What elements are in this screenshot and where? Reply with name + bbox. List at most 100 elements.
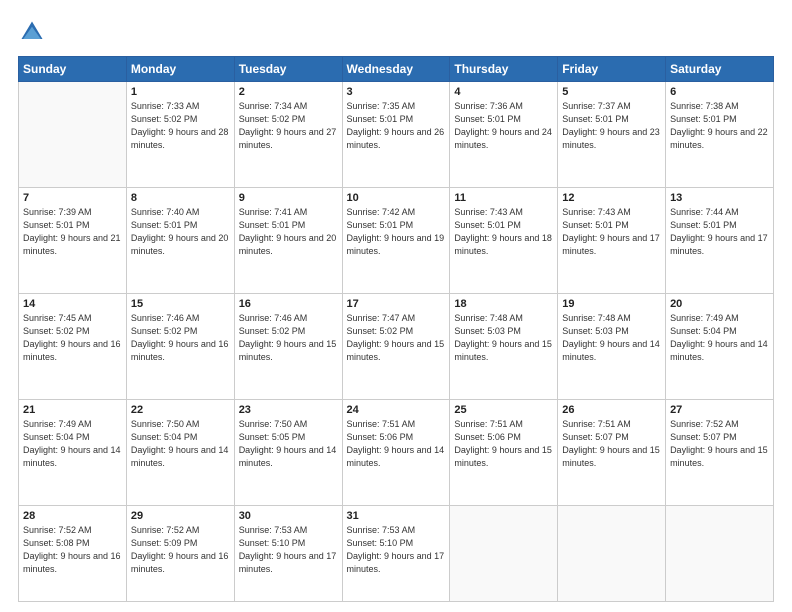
calendar-row-1: 7 Sunrise: 7:39 AMSunset: 5:01 PMDaylight… — [19, 188, 774, 294]
calendar-table: SundayMondayTuesdayWednesdayThursdayFrid… — [18, 56, 774, 602]
day-number: 12 — [562, 192, 661, 204]
cell-info: Sunrise: 7:38 AMSunset: 5:01 PMDaylight:… — [670, 100, 769, 152]
calendar-cell — [666, 506, 774, 602]
logo — [18, 18, 50, 46]
calendar-cell — [19, 82, 127, 188]
day-number: 24 — [347, 404, 446, 416]
calendar-cell: 12 Sunrise: 7:43 AMSunset: 5:01 PMDayligh… — [558, 188, 666, 294]
calendar-cell: 22 Sunrise: 7:50 AMSunset: 5:04 PMDayligh… — [126, 400, 234, 506]
cell-info: Sunrise: 7:53 AMSunset: 5:10 PMDaylight:… — [347, 524, 446, 576]
cell-info: Sunrise: 7:51 AMSunset: 5:07 PMDaylight:… — [562, 418, 661, 470]
cell-info: Sunrise: 7:35 AMSunset: 5:01 PMDaylight:… — [347, 100, 446, 152]
calendar-cell: 20 Sunrise: 7:49 AMSunset: 5:04 PMDayligh… — [666, 294, 774, 400]
cell-info: Sunrise: 7:50 AMSunset: 5:05 PMDaylight:… — [239, 418, 338, 470]
cell-info: Sunrise: 7:33 AMSunset: 5:02 PMDaylight:… — [131, 100, 230, 152]
cell-info: Sunrise: 7:51 AMSunset: 5:06 PMDaylight:… — [347, 418, 446, 470]
calendar-row-3: 21 Sunrise: 7:49 AMSunset: 5:04 PMDayligh… — [19, 400, 774, 506]
calendar-cell: 7 Sunrise: 7:39 AMSunset: 5:01 PMDaylight… — [19, 188, 127, 294]
day-number: 5 — [562, 86, 661, 98]
day-number: 30 — [239, 510, 338, 522]
header — [18, 18, 774, 46]
page: SundayMondayTuesdayWednesdayThursdayFrid… — [0, 0, 792, 612]
calendar-cell: 3Sunrise: 7:35 AMSunset: 5:01 PMDaylight… — [342, 82, 450, 188]
weekday-header-monday: Monday — [126, 57, 234, 82]
cell-info: Sunrise: 7:36 AMSunset: 5:01 PMDaylight:… — [454, 100, 553, 152]
cell-info: Sunrise: 7:50 AMSunset: 5:04 PMDaylight:… — [131, 418, 230, 470]
day-number: 19 — [562, 298, 661, 310]
calendar-cell: 16 Sunrise: 7:46 AMSunset: 5:02 PMDayligh… — [234, 294, 342, 400]
calendar-cell: 6 Sunrise: 7:38 AMSunset: 5:01 PMDaylight… — [666, 82, 774, 188]
day-number: 11 — [454, 192, 553, 204]
cell-info: Sunrise: 7:41 AMSunset: 5:01 PMDaylight:… — [239, 206, 338, 258]
day-number: 17 — [347, 298, 446, 310]
day-number: 26 — [562, 404, 661, 416]
calendar-cell: 28 Sunrise: 7:52 AMSunset: 5:08 PMDayligh… — [19, 506, 127, 602]
day-number: 28 — [23, 510, 122, 522]
calendar-cell: 31Sunrise: 7:53 AMSunset: 5:10 PMDayligh… — [342, 506, 450, 602]
cell-info: Sunrise: 7:49 AMSunset: 5:04 PMDaylight:… — [23, 418, 122, 470]
day-number: 6 — [670, 86, 769, 98]
calendar-cell: 5 Sunrise: 7:37 AMSunset: 5:01 PMDaylight… — [558, 82, 666, 188]
calendar-cell — [450, 506, 558, 602]
day-number: 29 — [131, 510, 230, 522]
calendar-cell: 25 Sunrise: 7:51 AMSunset: 5:06 PMDayligh… — [450, 400, 558, 506]
day-number: 25 — [454, 404, 553, 416]
calendar-cell: 10 Sunrise: 7:42 AMSunset: 5:01 PMDayligh… — [342, 188, 450, 294]
weekday-header-thursday: Thursday — [450, 57, 558, 82]
day-number: 15 — [131, 298, 230, 310]
day-number: 2 — [239, 86, 338, 98]
day-number: 14 — [23, 298, 122, 310]
cell-info: Sunrise: 7:53 AMSunset: 5:10 PMDaylight:… — [239, 524, 338, 576]
day-number: 21 — [23, 404, 122, 416]
calendar-cell: 19 Sunrise: 7:48 AMSunset: 5:03 PMDayligh… — [558, 294, 666, 400]
cell-info: Sunrise: 7:52 AMSunset: 5:07 PMDaylight:… — [670, 418, 769, 470]
logo-icon — [18, 18, 46, 46]
day-number: 4 — [454, 86, 553, 98]
calendar-row-2: 14Sunrise: 7:45 AMSunset: 5:02 PMDayligh… — [19, 294, 774, 400]
cell-info: Sunrise: 7:46 AMSunset: 5:02 PMDaylight:… — [131, 312, 230, 364]
day-number: 7 — [23, 192, 122, 204]
cell-info: Sunrise: 7:39 AMSunset: 5:01 PMDaylight:… — [23, 206, 122, 258]
day-number: 10 — [347, 192, 446, 204]
calendar-cell: 2 Sunrise: 7:34 AMSunset: 5:02 PMDaylight… — [234, 82, 342, 188]
cell-info: Sunrise: 7:44 AMSunset: 5:01 PMDaylight:… — [670, 206, 769, 258]
calendar-cell: 8Sunrise: 7:40 AMSunset: 5:01 PMDaylight… — [126, 188, 234, 294]
calendar-cell: 15 Sunrise: 7:46 AMSunset: 5:02 PMDayligh… — [126, 294, 234, 400]
calendar-cell: 24 Sunrise: 7:51 AMSunset: 5:06 PMDayligh… — [342, 400, 450, 506]
cell-info: Sunrise: 7:52 AMSunset: 5:09 PMDaylight:… — [131, 524, 230, 576]
cell-info: Sunrise: 7:49 AMSunset: 5:04 PMDaylight:… — [670, 312, 769, 364]
calendar-cell: 13 Sunrise: 7:44 AMSunset: 5:01 PMDayligh… — [666, 188, 774, 294]
calendar-row-4: 28 Sunrise: 7:52 AMSunset: 5:08 PMDayligh… — [19, 506, 774, 602]
calendar-cell: 4 Sunrise: 7:36 AMSunset: 5:01 PMDaylight… — [450, 82, 558, 188]
weekday-header-saturday: Saturday — [666, 57, 774, 82]
cell-info: Sunrise: 7:47 AMSunset: 5:02 PMDaylight:… — [347, 312, 446, 364]
cell-info: Sunrise: 7:46 AMSunset: 5:02 PMDaylight:… — [239, 312, 338, 364]
day-number: 16 — [239, 298, 338, 310]
calendar-cell — [558, 506, 666, 602]
day-number: 20 — [670, 298, 769, 310]
calendar-cell: 1Sunrise: 7:33 AMSunset: 5:02 PMDaylight… — [126, 82, 234, 188]
cell-info: Sunrise: 7:43 AMSunset: 5:01 PMDaylight:… — [454, 206, 553, 258]
calendar-cell: 27Sunrise: 7:52 AMSunset: 5:07 PMDayligh… — [666, 400, 774, 506]
cell-info: Sunrise: 7:37 AMSunset: 5:01 PMDaylight:… — [562, 100, 661, 152]
calendar-cell: 26 Sunrise: 7:51 AMSunset: 5:07 PMDayligh… — [558, 400, 666, 506]
cell-info: Sunrise: 7:51 AMSunset: 5:06 PMDaylight:… — [454, 418, 553, 470]
weekday-header-friday: Friday — [558, 57, 666, 82]
cell-info: Sunrise: 7:43 AMSunset: 5:01 PMDaylight:… — [562, 206, 661, 258]
calendar-cell: 17 Sunrise: 7:47 AMSunset: 5:02 PMDayligh… — [342, 294, 450, 400]
cell-info: Sunrise: 7:42 AMSunset: 5:01 PMDaylight:… — [347, 206, 446, 258]
cell-info: Sunrise: 7:52 AMSunset: 5:08 PMDaylight:… — [23, 524, 122, 576]
day-number: 23 — [239, 404, 338, 416]
calendar-cell: 14Sunrise: 7:45 AMSunset: 5:02 PMDayligh… — [19, 294, 127, 400]
cell-info: Sunrise: 7:40 AMSunset: 5:01 PMDaylight:… — [131, 206, 230, 258]
cell-info: Sunrise: 7:34 AMSunset: 5:02 PMDaylight:… — [239, 100, 338, 152]
day-number: 18 — [454, 298, 553, 310]
day-number: 9 — [239, 192, 338, 204]
day-number: 22 — [131, 404, 230, 416]
calendar-cell: 23 Sunrise: 7:50 AMSunset: 5:05 PMDayligh… — [234, 400, 342, 506]
calendar-cell: 21 Sunrise: 7:49 AMSunset: 5:04 PMDayligh… — [19, 400, 127, 506]
calendar-cell: 18Sunrise: 7:48 AMSunset: 5:03 PMDayligh… — [450, 294, 558, 400]
day-number: 13 — [670, 192, 769, 204]
cell-info: Sunrise: 7:48 AMSunset: 5:03 PMDaylight:… — [562, 312, 661, 364]
weekday-header-row: SundayMondayTuesdayWednesdayThursdayFrid… — [19, 57, 774, 82]
